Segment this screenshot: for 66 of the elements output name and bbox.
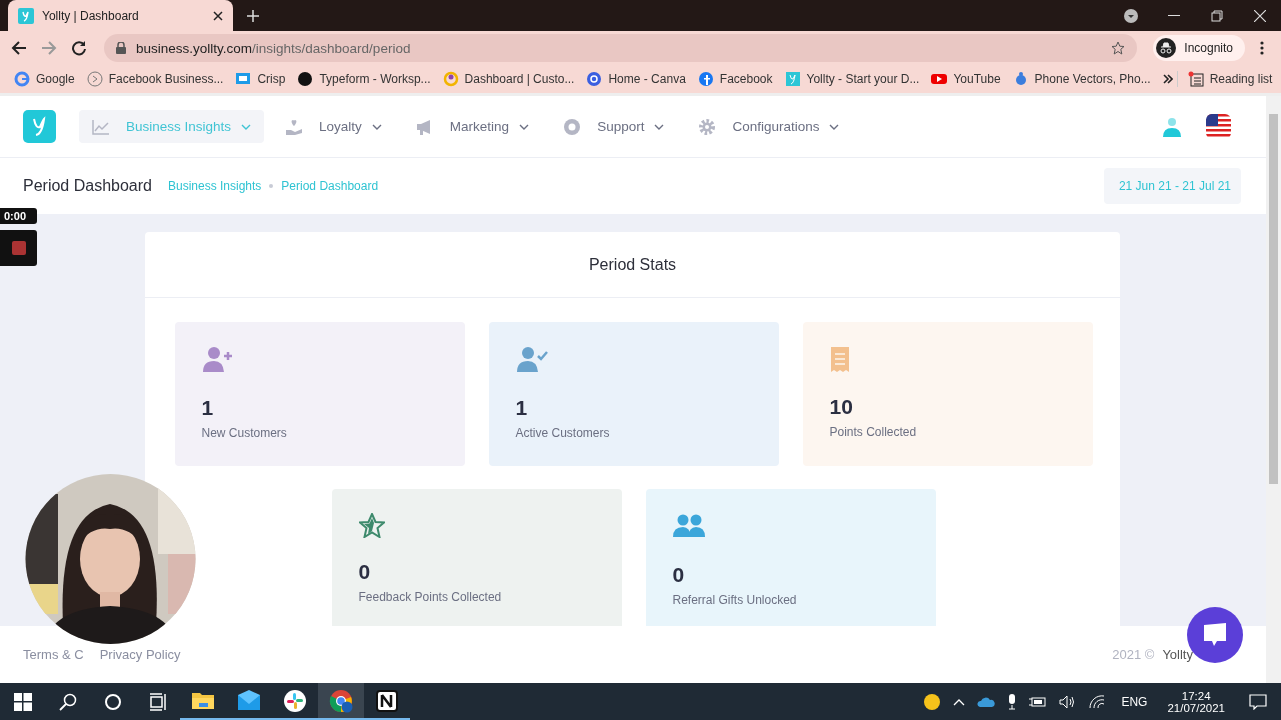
bookmark-favicon-icon bbox=[14, 71, 30, 87]
bookmark-favicon-icon bbox=[784, 71, 801, 87]
bookmark[interactable]: Typeform - Worksp... bbox=[293, 71, 435, 87]
chart-icon bbox=[92, 117, 110, 136]
nav-menu-item[interactable]: Marketing bbox=[402, 110, 543, 143]
stat-value: 1 bbox=[515, 396, 528, 420]
bookmark[interactable]: Phone Vectors, Pho... bbox=[1008, 71, 1155, 87]
chevron-down-icon bbox=[519, 123, 530, 130]
stat-label: Points Collected bbox=[829, 425, 917, 439]
language-indicator[interactable]: ENG bbox=[1111, 694, 1158, 709]
breadcrumb-separator-icon bbox=[269, 184, 274, 188]
reading-list-icon bbox=[1187, 71, 1204, 87]
chevron-down-icon bbox=[241, 123, 252, 130]
page-title: Period Dashboard bbox=[23, 177, 152, 195]
bookmark-favicon-icon bbox=[697, 71, 714, 87]
bookmark-favicon-icon bbox=[86, 71, 103, 87]
nav-menu-item[interactable]: Configurations bbox=[685, 110, 853, 143]
stat-label: Referral Gifts Unlocked bbox=[672, 593, 797, 607]
bookmark-favicon-icon bbox=[235, 71, 252, 87]
stop-recording-button[interactable] bbox=[0, 230, 37, 266]
clock[interactable]: 17:24 21/07/2021 bbox=[1157, 689, 1235, 714]
browser-tab[interactable]: Yollty | Dashboard bbox=[8, 0, 233, 31]
scrollbar[interactable] bbox=[1266, 96, 1281, 683]
bookmark[interactable]: Yollty - Start your D... bbox=[780, 71, 924, 87]
star-icon[interactable] bbox=[1111, 41, 1126, 55]
bookmark[interactable]: Facebook Business... bbox=[82, 71, 228, 87]
footer-link[interactable]: Yollty bbox=[1162, 647, 1193, 662]
chevron-down-icon bbox=[829, 123, 840, 130]
bookmark-favicon-icon bbox=[586, 71, 603, 87]
gear-icon bbox=[698, 117, 717, 136]
chat-icon bbox=[1202, 623, 1228, 647]
flag-icon[interactable] bbox=[1206, 114, 1231, 139]
nav-menu-item[interactable]: Support bbox=[550, 110, 678, 143]
chevron-down-icon bbox=[371, 123, 382, 130]
recording-timer: 0:00 bbox=[0, 208, 37, 224]
yollty-logo-icon bbox=[18, 7, 34, 24]
chrome-icon[interactable] bbox=[318, 683, 364, 720]
address-bar[interactable]: business.yollty.com/insights/dashboard/period bbox=[104, 34, 1138, 62]
card-title: Period Stats bbox=[145, 232, 1120, 298]
incognito-icon bbox=[1156, 38, 1177, 58]
stat-value: 1 bbox=[201, 396, 214, 420]
copyright-text: 2021 © bbox=[1112, 647, 1155, 662]
stat-label: New Customers bbox=[201, 426, 287, 440]
bookmark[interactable]: Facebook bbox=[693, 71, 777, 87]
hand-heart-icon bbox=[285, 117, 304, 136]
reading-list-button[interactable]: Reading list bbox=[1176, 71, 1277, 87]
bookmark[interactable]: Dashboard | Custo... bbox=[438, 71, 579, 87]
stat-value: 0 bbox=[672, 563, 685, 587]
new-tab-icon[interactable] bbox=[247, 9, 259, 22]
bookmark-favicon-icon bbox=[931, 71, 948, 87]
nav-menu-item[interactable]: Loyalty bbox=[272, 110, 395, 143]
profile-button[interactable]: Incognito bbox=[1153, 35, 1245, 61]
stat-label: Active Customers bbox=[515, 426, 610, 440]
stat-value: 0 bbox=[358, 560, 371, 584]
bookmark[interactable]: YouTube bbox=[927, 71, 1005, 87]
bookmark[interactable]: Home - Canva bbox=[582, 71, 690, 87]
bookmark[interactable]: Crisp bbox=[231, 71, 290, 87]
bookmark-favicon-icon bbox=[442, 71, 459, 87]
bookmark[interactable]: Google bbox=[10, 71, 79, 87]
lifebuoy-icon bbox=[563, 117, 582, 136]
chevron-down-icon bbox=[654, 123, 665, 130]
close-tab-icon[interactable] bbox=[213, 10, 223, 21]
lock-icon bbox=[116, 42, 126, 54]
stat-value: 10 bbox=[829, 395, 853, 419]
stat-label: Feedback Points Collected bbox=[358, 590, 502, 604]
bookmark-favicon-icon bbox=[297, 71, 314, 87]
